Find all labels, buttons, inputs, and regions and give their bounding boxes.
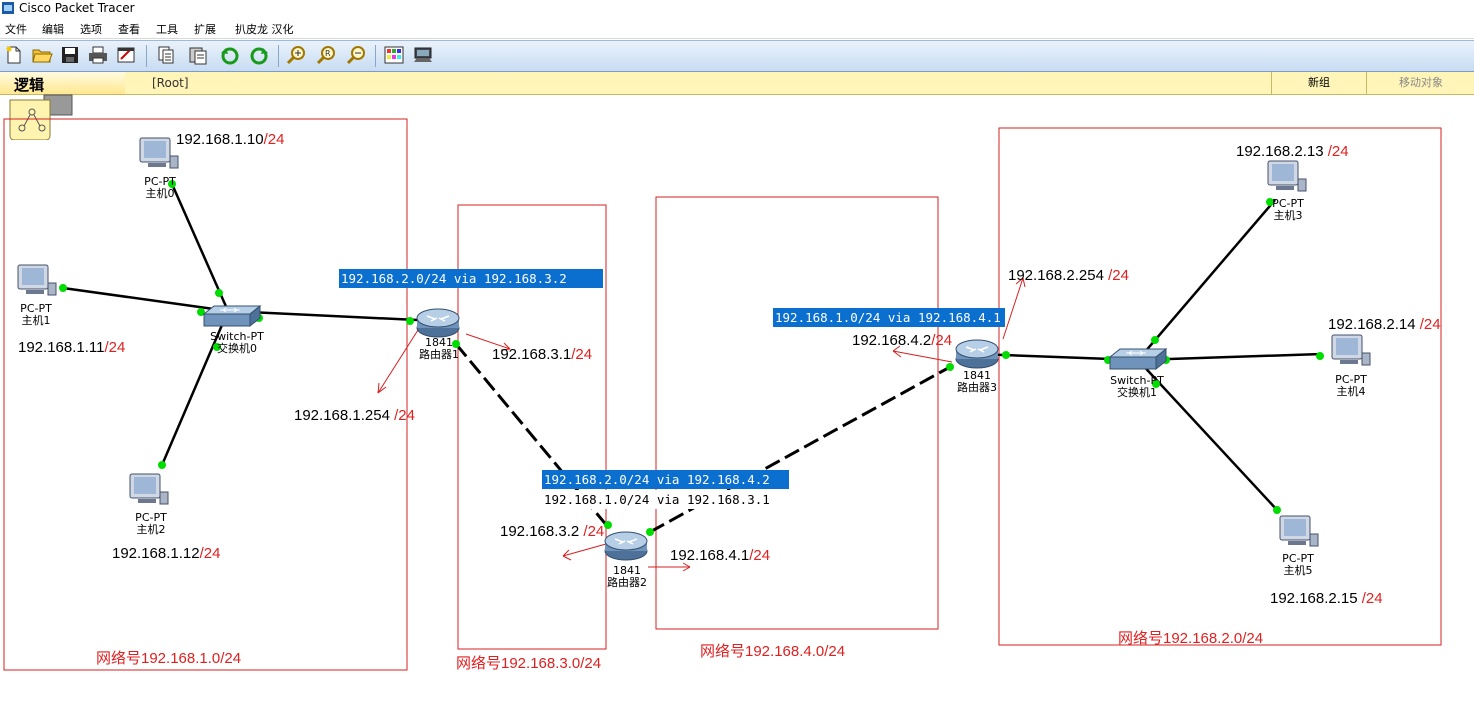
move-object-button[interactable]: 移动对象 <box>1366 72 1474 94</box>
pc2-icon <box>129 473 169 505</box>
pc4-label: PC-PT 主机4 <box>1335 373 1367 398</box>
network-box-1 <box>3 118 408 671</box>
workspace-path[interactable]: [Root] <box>152 76 189 90</box>
switch1-icon <box>1108 347 1168 371</box>
pc3-icon <box>1267 160 1307 192</box>
switch0-label: Switch-PT 交换机0 <box>210 330 264 355</box>
router1-icon <box>416 308 460 338</box>
tab-logical-label: 逻辑 <box>14 76 45 94</box>
menu-bar: 文件 编辑 选项 查看 工具 扩展 扒皮龙 汉化 <box>0 18 1474 39</box>
ip-r2-serial-a: 192.168.3.2 /24 <box>500 523 605 540</box>
activity-wizard-icon[interactable] <box>115 44 137 66</box>
pc3-label: PC-PT 主机3 <box>1272 197 1304 222</box>
arrow-r2-serial-b <box>648 562 691 572</box>
router1-label: 1841 路由器1 <box>419 336 459 361</box>
paste-icon[interactable] <box>187 44 209 66</box>
ip-r1-serial: 192.168.3.1/24 <box>492 346 593 363</box>
toolbar-separator <box>146 45 147 67</box>
toolbar-separator <box>278 45 279 67</box>
packet-tracer-icon <box>2 2 14 14</box>
route-r1[interactable]: 192.168.2.0/24 via 192.168.3.2 <box>339 269 603 288</box>
ip-pc4: 192.168.2.14 /24 <box>1328 316 1441 333</box>
print-icon[interactable] <box>87 44 109 66</box>
window-title: Cisco Packet Tracer <box>19 1 135 15</box>
workspace-bar: 逻辑 [Root] 新组 移动对象 <box>0 72 1474 95</box>
svg-text:R: R <box>325 49 331 58</box>
switch1-label: Switch-PT 交换机1 <box>1110 374 1164 399</box>
switch0-icon <box>202 304 262 328</box>
menu-extensions[interactable]: 扩展 <box>194 21 216 37</box>
ip-pc5: 192.168.2.15 /24 <box>1270 590 1383 607</box>
undo-icon[interactable] <box>219 44 241 66</box>
arrow-r2-serial-a <box>562 543 607 561</box>
ip-r1-lan: 192.168.1.254 /24 <box>294 407 415 424</box>
network-label-3: 网络号192.168.3.0/24 <box>456 655 602 672</box>
tab-logical[interactable]: 逻辑 <box>0 72 125 94</box>
pc2-label: PC-PT 主机2 <box>135 511 167 536</box>
custom-device-icon[interactable] <box>412 44 434 66</box>
menu-view[interactable]: 查看 <box>118 21 140 37</box>
menu-options[interactable]: 选项 <box>80 21 102 37</box>
network-label-4: 网络号192.168.4.0/24 <box>700 643 846 660</box>
ip-r2-serial-b: 192.168.4.1/24 <box>670 547 771 564</box>
switch-icons[interactable] <box>202 304 1168 371</box>
menu-tools[interactable]: 工具 <box>156 21 178 37</box>
topology-canvas[interactable]: PC-PT 主机0 PC-PT 主机1 PC-PT 主机2 PC-PT 主机3 PC-P… <box>0 94 1474 716</box>
link-sw1-pc3 <box>1137 199 1276 361</box>
pc1-label: PC-PT 主机1 <box>20 302 52 327</box>
title-bar: Cisco Packet Tracer <box>0 0 1474 17</box>
zoom-out-icon[interactable] <box>345 44 367 66</box>
save-icon[interactable] <box>59 44 81 66</box>
link-pc1-sw0 <box>62 286 229 313</box>
network-box-2 <box>998 127 1442 646</box>
zoom-reset-icon[interactable]: R <box>315 44 337 66</box>
ip-pc2: 192.168.1.12/24 <box>112 545 221 562</box>
pc5-label: PC-PT 主机5 <box>1282 552 1314 577</box>
pc1-icon <box>17 264 57 296</box>
palette-icon[interactable] <box>383 44 405 66</box>
new-cluster-button[interactable]: 新组 <box>1271 72 1366 94</box>
ip-pc0: 192.168.1.10/24 <box>176 131 285 148</box>
network-label-2: 网络号192.168.2.0/24 <box>1118 630 1264 647</box>
route-r3[interactable]: 192.168.1.0/24 via 192.168.4.1 <box>773 308 1005 327</box>
menu-credits[interactable]: 扒皮龙 汉化 <box>235 21 294 37</box>
menu-edit[interactable]: 编辑 <box>42 21 64 37</box>
network-box-4 <box>655 196 939 630</box>
route-r2-a[interactable]: 192.168.2.0/24 via 192.168.4.2 <box>542 470 789 489</box>
router3-label: 1841 路由器3 <box>957 369 997 394</box>
pc0-icon <box>139 137 179 169</box>
new-file-icon[interactable] <box>3 44 25 66</box>
network-label-1: 网络号192.168.1.0/24 <box>96 650 242 667</box>
ip-pc3: 192.168.2.13 /24 <box>1236 143 1349 160</box>
copy-icon[interactable] <box>155 44 177 66</box>
pc4-icon <box>1331 334 1371 366</box>
toolbar-separator <box>375 45 376 67</box>
router2-label: 1841 路由器2 <box>607 564 647 589</box>
router3-icon <box>955 339 999 369</box>
pc5-icon <box>1279 515 1319 547</box>
main-toolbar: R <box>0 40 1474 72</box>
router2-icon <box>604 531 648 561</box>
ip-pc1: 192.168.1.11/24 <box>18 339 126 356</box>
topology-drawing <box>3 118 1442 671</box>
route-r2-b[interactable]: 192.168.1.0/24 via 192.168.3.1 <box>542 490 789 509</box>
open-folder-icon[interactable] <box>31 44 53 66</box>
ip-r3-serial: 192.168.4.2/24 <box>852 332 953 349</box>
pc0-label: PC-PT 主机0 <box>144 175 176 200</box>
arrow-r1-lan <box>377 329 419 394</box>
redo-icon[interactable] <box>248 44 270 66</box>
arrow-r3-lan <box>1002 277 1026 340</box>
menu-file[interactable]: 文件 <box>5 21 27 37</box>
ip-r3-lan: 192.168.2.254 /24 <box>1008 267 1129 284</box>
zoom-in-icon[interactable] <box>285 44 307 66</box>
